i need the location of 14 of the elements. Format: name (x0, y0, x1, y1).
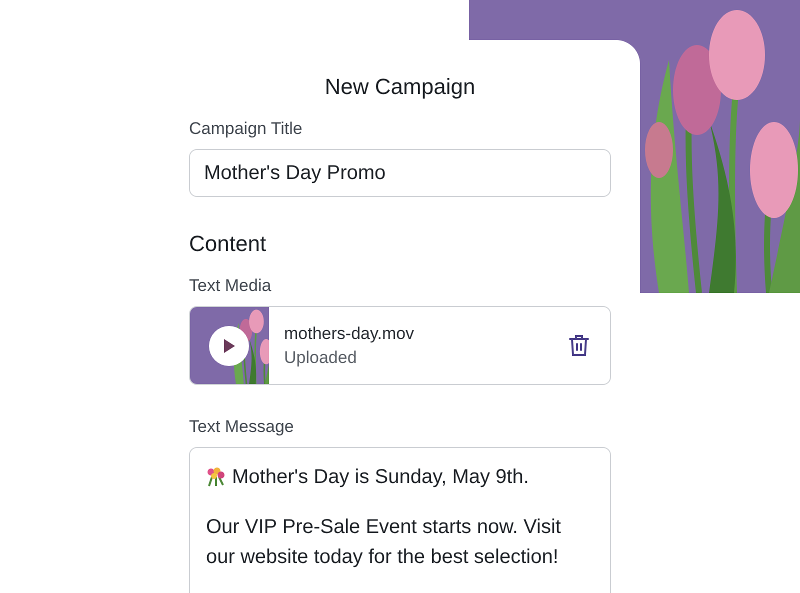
message-field[interactable]: Mother's Day is Sunday, May 9th. Our VIP Pre-Sale Event starts now. Visit our website today for the best selection! (189, 447, 611, 593)
bouquet-icon (206, 467, 226, 487)
field-label: Campaign Title (189, 118, 304, 140)
upload-status: Uploaded (284, 346, 358, 368)
section-heading: Content (189, 230, 268, 258)
page-title: New Campaign (324, 73, 476, 101)
input-field[interactable]: Mother's Day Promo (189, 149, 611, 197)
file-name: mothers-day.mov (284, 322, 416, 344)
delete-button[interactable] (568, 334, 590, 358)
message-text: Our VIP Pre-Sale Event starts now. Visit our website today for the best selection! (206, 515, 562, 570)
trash-icon (569, 334, 589, 357)
message-text: Mother's Day is Sunday, May 9th. (206, 462, 594, 492)
field-label: Text Message (189, 416, 295, 438)
field-label: Text Media (189, 275, 272, 297)
